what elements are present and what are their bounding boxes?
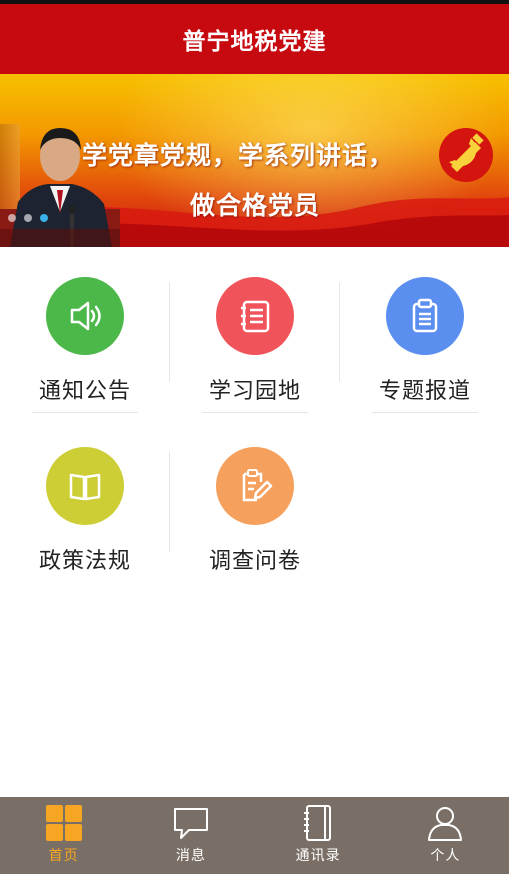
survey-edit-icon bbox=[216, 447, 294, 525]
menu-item-label: 政策法规 bbox=[38, 549, 131, 574]
tab-profile[interactable]: 个人 bbox=[382, 797, 509, 874]
tab-label: 通讯录 bbox=[295, 848, 341, 864]
tab-home[interactable]: 首页 bbox=[0, 797, 127, 874]
tab-messages[interactable]: 消息 bbox=[127, 797, 254, 874]
divider bbox=[202, 412, 308, 413]
clipboard-icon bbox=[386, 277, 464, 355]
tab-label: 个人 bbox=[430, 848, 461, 864]
menu-item-label: 调查问卷 bbox=[208, 549, 301, 574]
menu-item-study[interactable]: 学习园地 bbox=[170, 247, 340, 417]
menu-grid: 通知公告 学习园地 专题报道 政策法规 调查问卷 bbox=[0, 247, 509, 587]
menu-item-label: 专题报道 bbox=[378, 379, 471, 404]
carousel-indicator bbox=[8, 214, 48, 222]
menu-item-notices[interactable]: 通知公告 bbox=[0, 247, 170, 417]
person-icon bbox=[428, 807, 463, 841]
banner-slogan-line1: 学党章党规，学系列讲话， bbox=[82, 141, 395, 170]
tab-label: 消息 bbox=[175, 848, 206, 864]
speaker-icon bbox=[46, 277, 124, 355]
notebook-icon bbox=[216, 277, 294, 355]
bottom-tab-bar: 首页 消息 通讯录 个人 bbox=[0, 797, 509, 874]
menu-item-policies[interactable]: 政策法规 bbox=[0, 417, 170, 587]
contacts-book-icon bbox=[304, 805, 332, 841]
home-grid-icon bbox=[45, 805, 82, 841]
carousel-dot-active[interactable] bbox=[40, 214, 48, 222]
menu-item-reports[interactable]: 专题报道 bbox=[340, 247, 509, 417]
banner-slogan-line2: 做合格党员 bbox=[190, 191, 321, 220]
banner-portrait bbox=[0, 128, 120, 247]
divider bbox=[372, 412, 478, 413]
menu-item-label: 学习园地 bbox=[208, 379, 301, 404]
book-icon bbox=[46, 447, 124, 525]
top-header: 普宁地税党建 bbox=[0, 0, 509, 74]
tab-contacts[interactable]: 通讯录 bbox=[255, 797, 382, 874]
carousel-dot[interactable] bbox=[24, 214, 32, 222]
chat-bubble-icon bbox=[173, 808, 208, 839]
page-title: 普宁地税党建 bbox=[182, 29, 327, 55]
menu-item-survey[interactable]: 调查问卷 bbox=[170, 417, 340, 587]
carousel-dot[interactable] bbox=[8, 214, 16, 222]
divider bbox=[32, 412, 138, 413]
app-root: 普宁地税党建 学党章党规，学系列讲话， 做合格党员 通知公告 学习园地 专题报道… bbox=[0, 0, 509, 874]
menu-item-label: 通知公告 bbox=[38, 379, 131, 404]
tab-label: 首页 bbox=[48, 848, 79, 864]
banner-carousel[interactable]: 学党章党规，学系列讲话， 做合格党员 bbox=[0, 74, 509, 247]
party-emblem-icon bbox=[439, 128, 493, 182]
